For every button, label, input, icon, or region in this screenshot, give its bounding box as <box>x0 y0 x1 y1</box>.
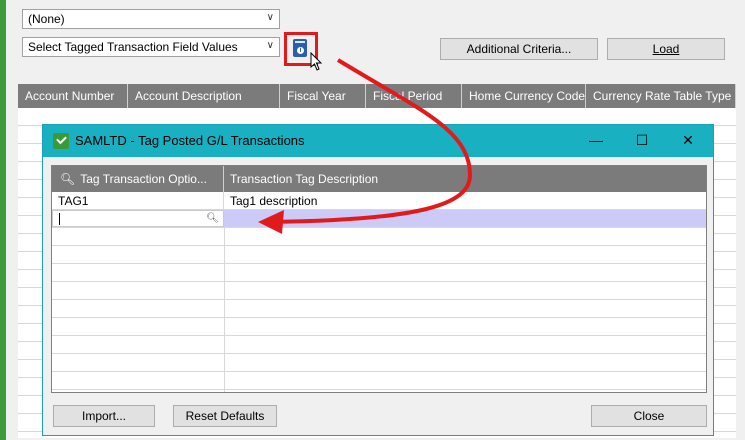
column-divider <box>224 228 225 392</box>
table-row[interactable]: TAG1 Tag1 description <box>52 192 706 210</box>
mouse-cursor-icon <box>310 52 323 71</box>
import-button[interactable]: Import... <box>53 405 155 427</box>
text-cursor <box>59 213 60 225</box>
chevron-down-icon: ∨ <box>266 12 274 23</box>
maximize-button[interactable]: ☐ <box>619 125 665 157</box>
tag-transactions-dialog: SAMLTD - Tag Posted G/L Transactions — ☐… <box>42 124 714 436</box>
close-button[interactable]: Close <box>591 405 707 427</box>
additional-criteria-label: Additional Criteria... <box>466 42 572 56</box>
load-label: Load <box>652 42 680 56</box>
column-tag-option-label: Tag Transaction Optio... <box>80 172 207 186</box>
filter-combo[interactable]: (None) ∨ <box>22 9 280 29</box>
load-button[interactable]: Load <box>607 38 725 60</box>
column-currency-rate-table-type[interactable]: Currency Rate Table Type <box>586 84 736 108</box>
column-transaction-tag-description[interactable]: Transaction Tag Description <box>224 166 706 192</box>
reset-defaults-button[interactable]: Reset Defaults <box>173 405 277 427</box>
tagged-values-combo-value: Select Tagged Transaction Field Values <box>28 40 238 54</box>
close-window-button[interactable]: ✕ <box>665 125 711 157</box>
tag-grid-header: 🔍︎ Tag Transaction Optio... Transaction T… <box>52 166 706 192</box>
column-account-description[interactable]: Account Description <box>128 84 280 108</box>
tag-info-button-icon[interactable]: i <box>293 39 307 57</box>
new-tag-description-cell[interactable] <box>224 210 706 227</box>
column-fiscal-period[interactable]: Fiscal Period <box>366 84 462 108</box>
main-grid-header: Account Number Account Description Fisca… <box>18 84 736 108</box>
magnifier-lookup-icon[interactable]: 🔍︎ <box>206 213 219 224</box>
filter-combo-value: (None) <box>28 12 65 26</box>
column-home-currency-code[interactable]: Home Currency Code <box>462 84 586 108</box>
chevron-down-icon: ∨ <box>266 40 274 51</box>
column-account-number[interactable]: Account Number <box>18 84 128 108</box>
tagged-values-combo[interactable]: Select Tagged Transaction Field Values ∨ <box>22 37 280 57</box>
new-tag-option-input[interactable]: 🔍︎ <box>52 210 224 227</box>
tag-description-cell[interactable]: Tag1 description <box>224 192 706 209</box>
tag-grid: 🔍︎ Tag Transaction Optio... Transaction T… <box>51 165 707 393</box>
empty-rows <box>52 228 706 392</box>
import-label: Import... <box>81 409 126 423</box>
dialog-titlebar: SAMLTD - Tag Posted G/L Transactions — ☐… <box>43 125 713 157</box>
app-logo-icon <box>53 133 69 149</box>
new-entry-row[interactable]: 🔍︎ <box>52 210 706 228</box>
additional-criteria-button[interactable]: Additional Criteria... <box>440 38 598 60</box>
close-label: Close <box>633 409 665 423</box>
tag-option-cell[interactable]: TAG1 <box>52 192 224 209</box>
search-icon: 🔍︎ <box>60 172 76 186</box>
dialog-title: SAMLTD - Tag Posted G/L Transactions <box>75 133 305 148</box>
column-tag-transaction-option[interactable]: 🔍︎ Tag Transaction Optio... <box>52 166 224 192</box>
column-fiscal-year[interactable]: Fiscal Year <box>280 84 366 108</box>
reset-defaults-label: Reset Defaults <box>185 409 265 423</box>
minimize-button[interactable]: — <box>573 125 619 157</box>
